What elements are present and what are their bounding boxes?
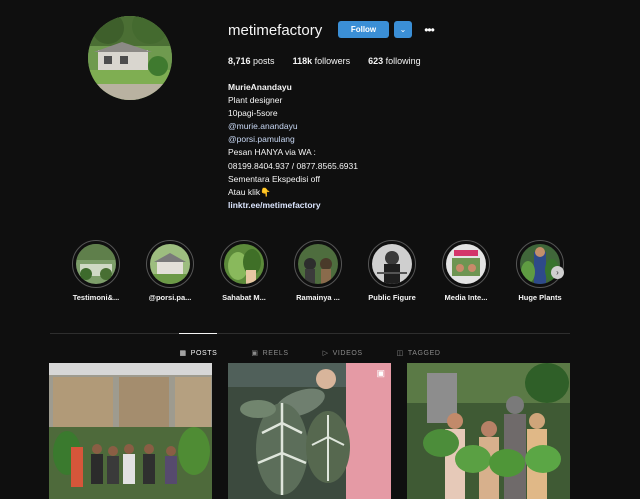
highlight-ring [220,240,268,288]
posts-label: posts [253,56,275,66]
followers-label: followers [314,56,351,66]
highlight-label: Testimoni&... [72,293,120,302]
profile-display-name: MurieAnandayu [228,82,292,92]
followers-count: 118k [292,56,313,66]
bio-external-link[interactable]: linktr.ee/metimefactory [228,199,358,212]
post-thumbnail[interactable] [407,363,570,499]
following-stat[interactable]: 623 following [368,56,421,66]
suggested-dropdown-button[interactable]: ⌄ [394,21,412,38]
bio-mention-link[interactable]: @porsi.pamulang [228,133,358,146]
tab-label: REELS [262,349,289,357]
bio-line: Sementara Ekspedisi off [228,173,320,184]
highlight-ring [72,240,120,288]
tab-label: TAGGED [407,349,441,357]
tab-tagged[interactable]: ◫ TAGGED [397,334,441,362]
post-grid: ▣ [49,363,571,499]
tab-videos[interactable]: ▷ VIDEOS [323,334,363,362]
reels-icon: ▣ [251,350,259,357]
highlight-ring [442,240,490,288]
more-options-button[interactable]: ••• [420,21,438,38]
followers-stat[interactable]: 118k followers [293,56,351,66]
highlight-ring [516,240,564,288]
highlight-label: Huge Plants [518,293,562,302]
bio-line: Plant designer [228,95,283,106]
highlight-item[interactable]: Sahabat M... [214,240,274,302]
bio-line: 10pagi-5sore [228,108,278,119]
follow-button[interactable]: Follow [338,21,389,38]
tag-icon: ◫ [396,350,404,357]
tab-reels[interactable]: ▣ REELS [251,334,288,362]
more-horizontal-icon: ••• [424,22,435,37]
grid-icon: ▦ [179,350,187,357]
bio-line: Atau klik👇 [228,186,271,197]
highlight-label: Media Inte... [444,293,488,302]
posts-stat: 8,716 posts [228,56,275,66]
highlights-next-button[interactable]: › [551,266,564,279]
post-thumbnail[interactable] [49,363,212,499]
highlight-item[interactable]: Testimoni&... [66,240,126,302]
profile-username: metimefactory [228,22,323,39]
reel-indicator-icon: ▣ [376,368,385,378]
highlight-item[interactable]: @porsi.pa... [140,240,200,302]
play-icon: ▷ [322,350,329,357]
profile-stats: 8,716 posts 118k followers 623 following [228,56,421,66]
bio-line: Pesan HANYA via WA : [228,147,316,158]
following-label: following [385,56,421,66]
bio-line: 08199.8404.937 / 0877.8565.6931 [228,160,358,171]
highlight-ring [146,240,194,288]
story-highlights: Testimoni&... @porsi.pa... Sahabat M... … [70,240,570,310]
highlight-item[interactable]: Ramainya ... [288,240,348,302]
highlight-item[interactable]: Public Figure [362,240,422,302]
profile-avatar[interactable] [88,16,172,100]
profile-bio: MurieAnandayu Plant designer 10pagi-5sor… [228,81,358,212]
highlight-label: Public Figure [368,293,416,302]
highlight-item[interactable]: Media Inte... [436,240,496,302]
bio-mention-link[interactable]: @murie.anandayu [228,120,358,133]
post-thumbnail[interactable]: ▣ [228,363,391,499]
highlight-label: Sahabat M... [222,293,266,302]
highlight-label: Ramainya ... [296,293,340,302]
highlight-ring [294,240,342,288]
chevron-right-icon: › [556,268,559,277]
following-count: 623 [368,56,384,66]
tab-label: POSTS [190,349,218,357]
chevron-down-icon: ⌄ [399,25,407,34]
posts-count: 8,716 [228,56,251,66]
profile-tabs: ▦ POSTS ▣ REELS ▷ VIDEOS ◫ TAGGED [50,333,570,362]
highlight-ring [368,240,416,288]
highlight-label: @porsi.pa... [148,293,192,302]
tab-posts[interactable]: ▦ POSTS [179,333,218,362]
tab-label: VIDEOS [332,349,363,357]
